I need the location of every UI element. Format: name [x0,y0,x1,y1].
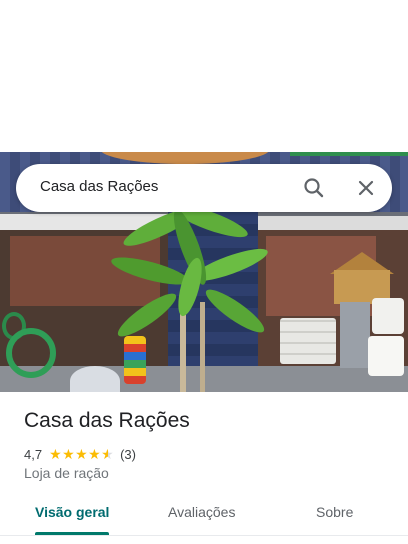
place-title: Casa das Rações [24,409,190,432]
review-count[interactable]: (3) [120,447,136,462]
photo-awning-right [258,216,408,230]
photo-palm-trunk [200,302,205,392]
photo-helmet [70,366,120,392]
close-button[interactable] [352,174,380,202]
place-category: Loja de ração [24,465,109,481]
search-icon [304,178,324,198]
rating-value: 4,7 [24,446,43,462]
star-icon: ★ [88,446,101,462]
tab-reviews[interactable]: Avaliações [168,504,235,520]
photo-feed-bags [280,318,336,364]
photo-cart [340,302,370,368]
tab-about[interactable]: Sobre [316,504,353,520]
star-half-icon: ★ [101,446,114,462]
photo-garden-hose [6,328,56,378]
star-icon: ★ [75,446,88,462]
rating-row[interactable]: 4,7 ★ ★ ★ ★ ★ (3) [24,445,136,463]
close-icon [358,180,374,196]
map-area-blank [0,0,408,152]
search-button[interactable] [300,174,328,202]
photo-colored-buckets [124,336,146,384]
photo-awning-green [290,152,408,156]
star-icon: ★ [62,446,75,462]
photo-white-bin [372,298,404,334]
star-icon: ★ [49,446,62,462]
star-rating: ★ ★ ★ ★ ★ [49,447,114,461]
tab-overview[interactable]: Visão geral [35,504,109,520]
tabs-divider [0,535,408,536]
search-input[interactable]: Casa das Rações [40,178,158,195]
search-bar[interactable]: Casa das Rações [16,164,392,212]
photo-white-bin [368,336,404,376]
